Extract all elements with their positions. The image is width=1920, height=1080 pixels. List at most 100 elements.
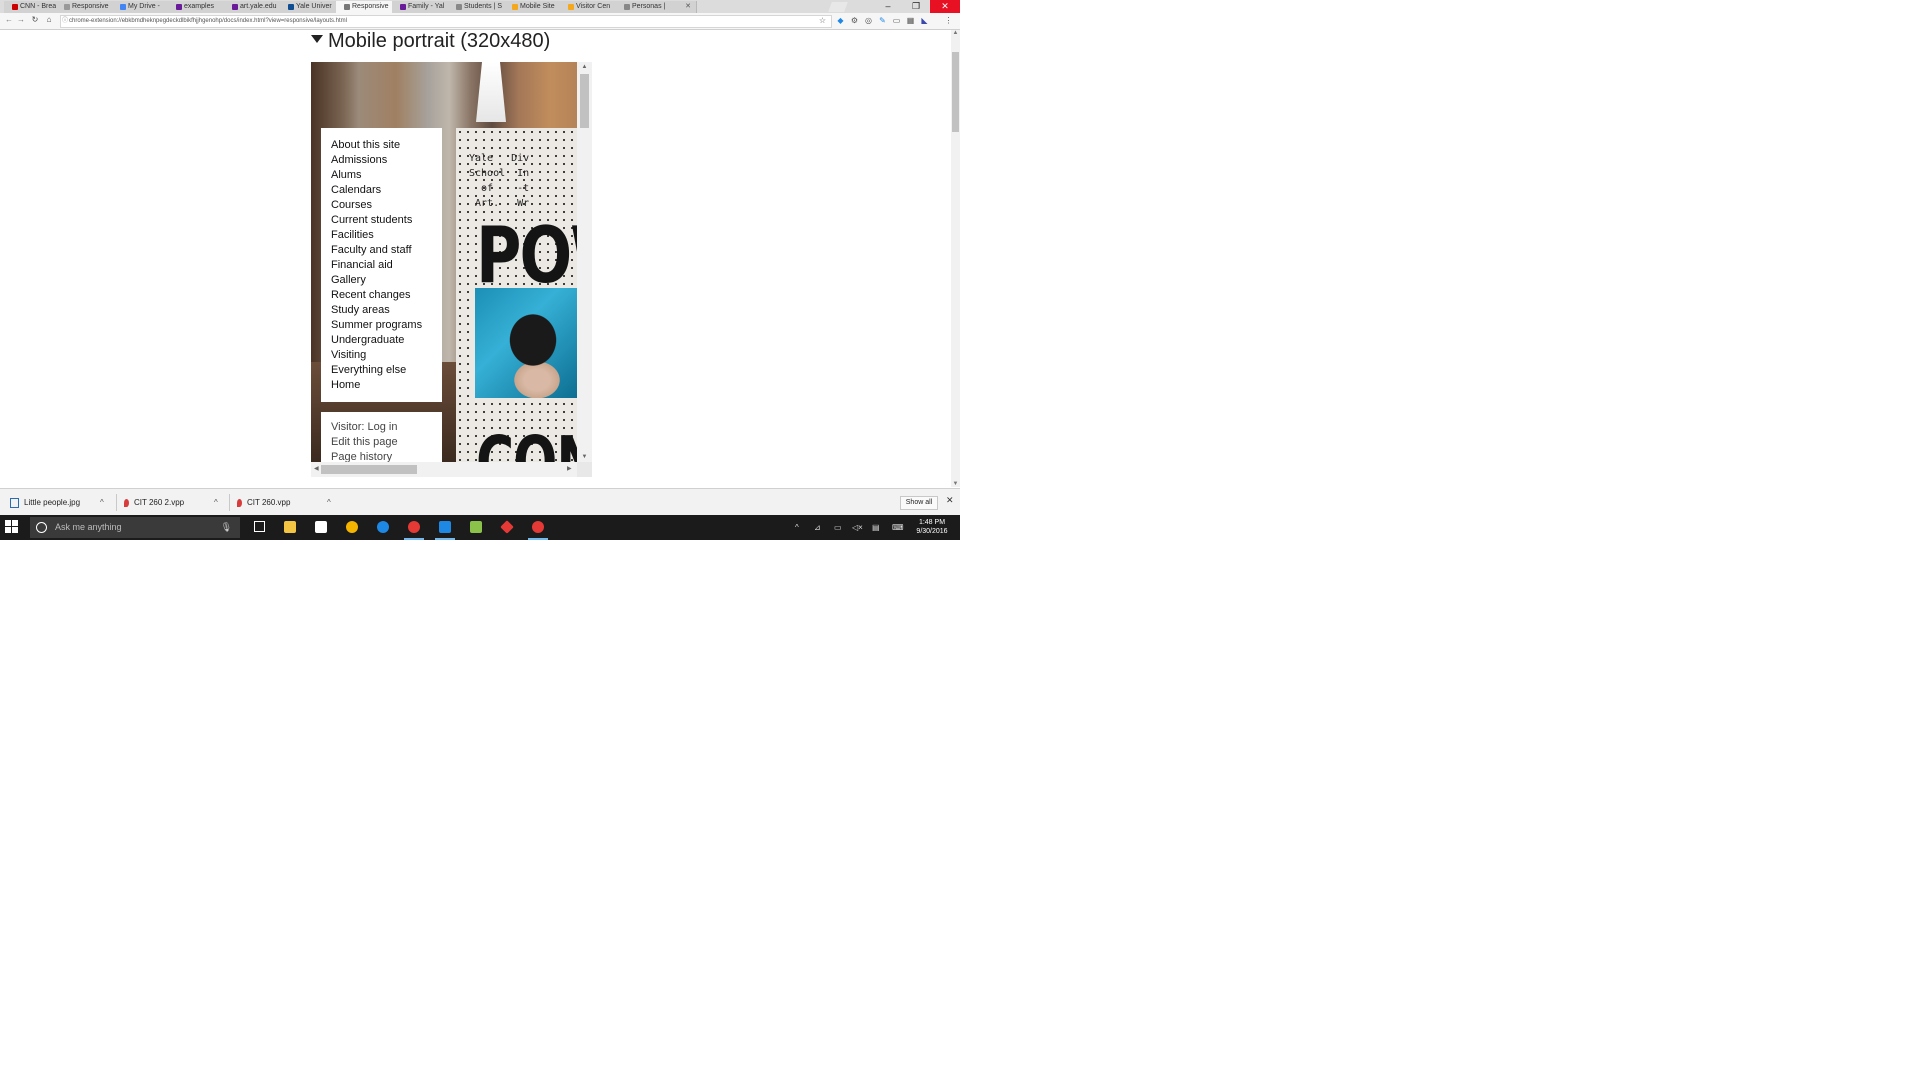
extension-icon[interactable]: ✎ (878, 16, 887, 25)
windows-taskbar: Ask me anything 🎙 ^ ⊿ ▭ ◁× ▤ ⌨ 1:48 PM 9… (0, 515, 960, 540)
download-filename: Little people.jpg (24, 498, 81, 507)
tab-favicon-icon (64, 4, 70, 10)
nav-link[interactable]: About this site (331, 138, 442, 153)
page-history-link[interactable]: Page history (321, 450, 442, 462)
new-tab-button[interactable] (828, 2, 848, 12)
scrollbar-thumb[interactable] (580, 74, 589, 128)
nav-link[interactable]: Visiting (331, 348, 442, 363)
download-filename: CIT 260.vpp (247, 498, 291, 507)
address-bar[interactable]: ⓘchrome-extension://ebkbmdheknpegdeckdlb… (60, 15, 832, 28)
nav-link[interactable]: Alums (331, 168, 442, 183)
windows-start-icon[interactable] (5, 520, 19, 534)
nav-link[interactable]: Calendars (331, 183, 442, 198)
page-scrollbar[interactable]: ▲ ▼ (951, 30, 960, 487)
bookmark-star-icon[interactable]: ☆ (818, 16, 827, 25)
tab-favicon-icon (120, 4, 126, 10)
lamp-shape (476, 62, 506, 122)
keyboard-icon[interactable]: ⌨ (892, 515, 904, 540)
tab-favicon-icon (456, 4, 462, 10)
nav-link[interactable]: Gallery (331, 273, 442, 288)
taskbar-clock[interactable]: 1:48 PM 9/30/2016 (910, 518, 954, 536)
forward-arrow-icon[interactable]: → (16, 15, 26, 25)
minimize-button[interactable]: – (874, 0, 902, 13)
back-arrow-icon[interactable]: ← (4, 15, 14, 25)
extension-icon[interactable]: ▭ (892, 16, 901, 25)
nav-link[interactable]: Financial aid (331, 258, 442, 273)
nav-link[interactable]: Undergraduate (331, 333, 442, 348)
nav-link[interactable]: Current students (331, 213, 442, 228)
scroll-up-icon[interactable]: ▲ (951, 30, 960, 36)
nav-link[interactable]: Courses (331, 198, 442, 213)
nav-link[interactable]: Home (331, 378, 442, 393)
extension-icon[interactable]: ◣ (920, 16, 929, 25)
poster-portrait (475, 288, 577, 398)
scroll-up-icon[interactable]: ▲ (577, 64, 592, 70)
chevron-up-icon[interactable]: ^ (214, 495, 218, 510)
cortana-icon (36, 522, 47, 533)
close-window-button[interactable]: ✕ (930, 0, 960, 13)
scrollbar-thumb[interactable] (321, 465, 417, 474)
home-icon[interactable]: ⌂ (44, 15, 54, 25)
download-item[interactable]: Little people.jpg ^ (10, 495, 110, 510)
taskbar-search-box[interactable]: Ask me anything 🎙 (30, 517, 240, 538)
tab-favicon-icon (232, 4, 238, 10)
browser-toolbar: ← → ↻ ⌂ ⓘchrome-extension://ebkbmdheknpe… (0, 13, 960, 30)
extension-icon[interactable]: ▦ (906, 16, 915, 25)
restore-button[interactable]: ❐ (902, 0, 930, 13)
menu-icon[interactable]: ⋮ (944, 16, 953, 25)
extension-icon[interactable]: ◆ (836, 16, 845, 25)
chrome-icon[interactable] (526, 515, 550, 540)
login-link[interactable]: Visitor: Log in (321, 412, 442, 435)
file-explorer-icon[interactable] (278, 515, 302, 540)
close-shelf-icon[interactable]: ✕ (946, 495, 954, 506)
page-info-icon[interactable]: ⓘ (61, 16, 69, 27)
nav-link[interactable]: Faculty and staff (331, 243, 442, 258)
chevron-up-icon[interactable]: ^ (327, 495, 331, 510)
tab-favicon-icon (400, 4, 406, 10)
tab-favicon-icon (624, 4, 630, 10)
volume-icon[interactable]: ◁× (852, 515, 863, 540)
scrollbar-thumb[interactable] (952, 52, 959, 132)
nav-link[interactable]: Recent changes (331, 288, 442, 303)
download-item[interactable]: CIT 260 2.vpp ^ (124, 495, 224, 510)
network-icon[interactable]: ⊿ (814, 515, 821, 540)
chrome-canary-icon[interactable] (340, 515, 364, 540)
nav-link[interactable]: Admissions (331, 153, 442, 168)
nav-link[interactable]: Everything else (331, 363, 442, 378)
download-item[interactable]: CIT 260.vpp ^ (237, 495, 337, 510)
tab-favicon-icon (512, 4, 518, 10)
scroll-left-icon[interactable]: ◀ (314, 462, 319, 477)
store-icon[interactable] (309, 515, 333, 540)
scroll-down-icon[interactable]: ▼ (577, 454, 592, 460)
section-heading[interactable]: Mobile portrait (320x480) (311, 30, 550, 53)
blue-app-icon[interactable] (433, 515, 457, 540)
chrome-icon[interactable] (402, 515, 426, 540)
red-app-icon[interactable] (495, 515, 519, 540)
collapse-triangle-icon[interactable] (311, 35, 323, 43)
battery-icon[interactable]: ▭ (834, 515, 842, 540)
gear-icon[interactable]: ⚙ (850, 16, 859, 25)
preview-horizontal-scrollbar[interactable]: ◀ ▶ (311, 462, 577, 477)
tab-close-icon[interactable]: ✕ (685, 1, 691, 13)
vpp-file-icon (237, 498, 242, 507)
scroll-down-icon[interactable]: ▼ (951, 481, 960, 487)
action-center-icon[interactable]: ▤ (872, 515, 880, 540)
photos-icon[interactable] (464, 515, 488, 540)
image-file-icon (10, 497, 19, 508)
chevron-up-icon[interactable]: ^ (100, 495, 104, 510)
show-all-downloads-button[interactable]: Show all (900, 496, 938, 510)
scroll-right-icon[interactable]: ▶ (567, 462, 572, 477)
browser-tab[interactable]: Personas | ✕ (616, 1, 697, 13)
show-hidden-icons-icon[interactable]: ^ (795, 515, 799, 540)
extension-icon[interactable]: ◎ (864, 16, 873, 25)
task-view-icon[interactable] (248, 515, 272, 540)
preview-vertical-scrollbar[interactable]: ▲ ▼ (577, 62, 592, 462)
reload-icon[interactable]: ↻ (30, 15, 40, 25)
tab-favicon-icon (12, 4, 18, 10)
microphone-icon[interactable]: 🎙 (221, 517, 232, 538)
nav-link[interactable]: Facilities (331, 228, 442, 243)
edit-page-link[interactable]: Edit this page (321, 435, 442, 450)
edge-icon[interactable] (371, 515, 395, 540)
nav-link[interactable]: Study areas (331, 303, 442, 318)
nav-link[interactable]: Summer programs (331, 318, 442, 333)
